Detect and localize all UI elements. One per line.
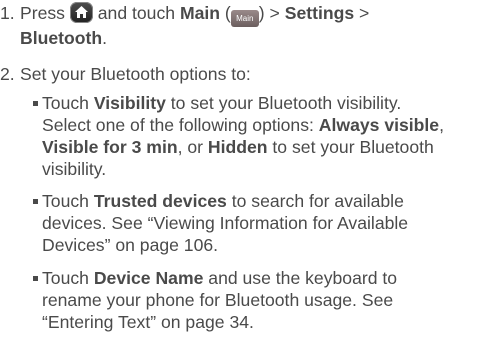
step-1-number: 1.	[0, 3, 15, 23]
home-key-icon	[69, 2, 93, 23]
bullet-marker	[33, 276, 38, 281]
bullet-trusted-devices: Touch Trusted devices to search for avai…	[33, 190, 482, 256]
bullet-marker	[33, 199, 38, 204]
step-2-text: Set your Bluetooth options to:	[20, 64, 251, 84]
bullet-visibility: Touch Visibility to set your Bluetooth v…	[33, 92, 482, 180]
step-2-number: 2.	[0, 64, 15, 84]
manual-page: 1. Press and touch Main (Main) > Setting…	[0, 0, 483, 352]
main-menu-icon: Main	[230, 10, 259, 27]
bullet-device-name: Touch Device Name and use the keyboard t…	[33, 267, 482, 333]
bullet-marker	[33, 101, 38, 106]
